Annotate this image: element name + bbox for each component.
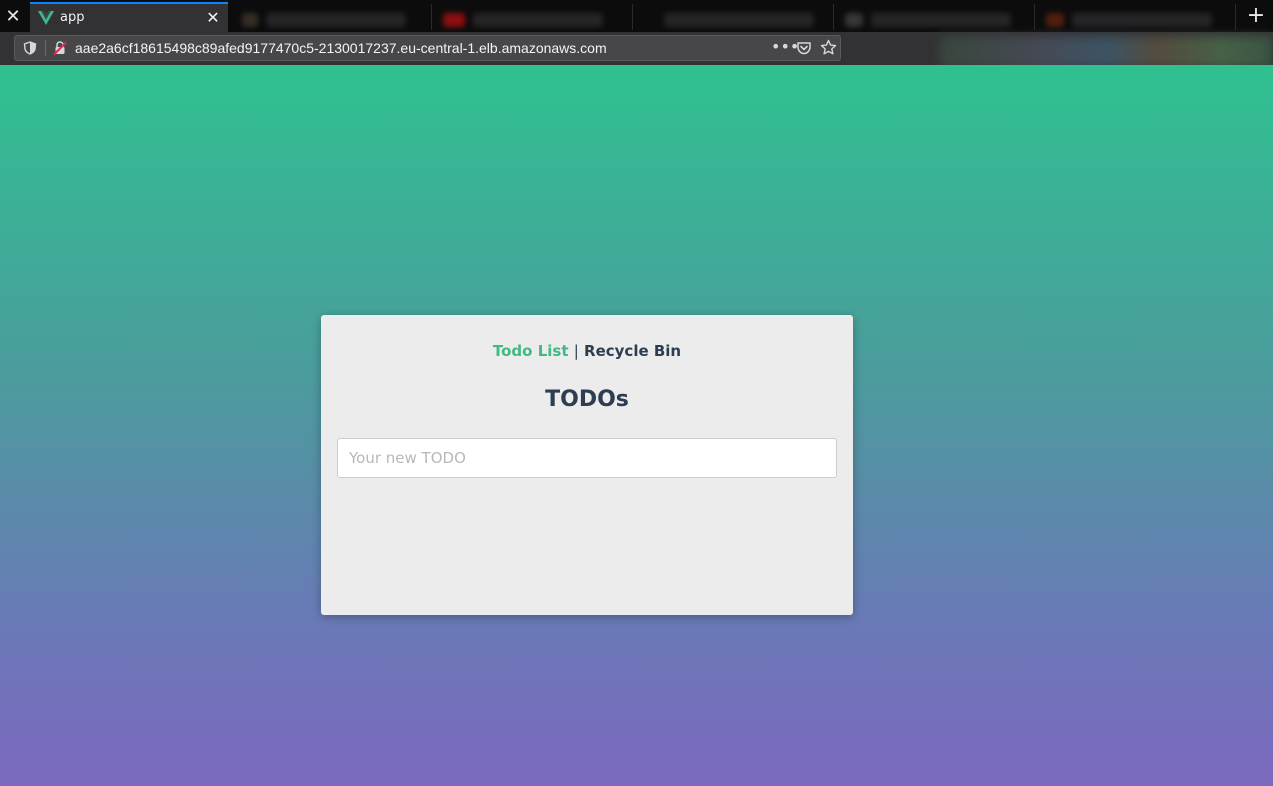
navigation-toolbar: aae2a6cf18615498c89afed9177470c5-2130017… <box>0 32 1273 68</box>
blurred-tab-title <box>664 13 814 27</box>
blurred-favicon-icon <box>443 13 465 27</box>
tab-strip: ✕ app ✕ + <box>0 0 1273 32</box>
insecure-lock-icon[interactable] <box>52 40 68 56</box>
nav-link-todo-list[interactable]: Todo List <box>493 342 569 360</box>
pocket-icon[interactable] <box>796 40 812 56</box>
new-todo-input[interactable] <box>337 438 837 478</box>
background-tab[interactable] <box>232 4 432 30</box>
nav-separator: | <box>573 342 579 360</box>
tab-title: app <box>60 10 85 25</box>
blurred-favicon-icon <box>845 13 863 27</box>
background-tab[interactable] <box>835 4 1035 30</box>
background-tab[interactable] <box>634 4 834 30</box>
tab-app[interactable]: app ✕ <box>30 2 228 32</box>
background-tab[interactable] <box>433 4 633 30</box>
blurred-favicon-icon <box>242 13 258 27</box>
todo-card: Todo List | Recycle Bin TODOs <box>321 315 853 615</box>
blurred-tab-title <box>1072 13 1212 27</box>
blurred-extension-toolbar <box>940 36 1273 68</box>
blurred-tab-title <box>473 13 603 27</box>
background-tab[interactable] <box>1036 4 1236 30</box>
address-bar[interactable]: aae2a6cf18615498c89afed9177470c5-2130017… <box>14 35 841 61</box>
address-bar-divider <box>45 40 46 56</box>
window-close-icon[interactable]: ✕ <box>0 0 26 32</box>
tracking-shield-icon[interactable] <box>23 41 37 55</box>
app-nav: Todo List | Recycle Bin <box>321 341 853 361</box>
page-title: TODOs <box>545 387 629 412</box>
vue-logo-icon <box>38 11 54 25</box>
blurred-favicon-icon <box>1046 13 1064 27</box>
nav-link-recycle-bin[interactable]: Recycle Bin <box>584 342 681 360</box>
new-tab-icon[interactable]: + <box>1239 0 1273 32</box>
page-background: Todo List | Recycle Bin TODOs <box>0 65 1273 786</box>
tab-close-icon[interactable]: ✕ <box>205 7 221 29</box>
url-text[interactable]: aae2a6cf18615498c89afed9177470c5-2130017… <box>75 40 607 57</box>
blurred-tab-title <box>266 13 406 27</box>
bookmark-star-icon[interactable] <box>820 39 837 56</box>
blurred-tab-title <box>871 13 1011 27</box>
